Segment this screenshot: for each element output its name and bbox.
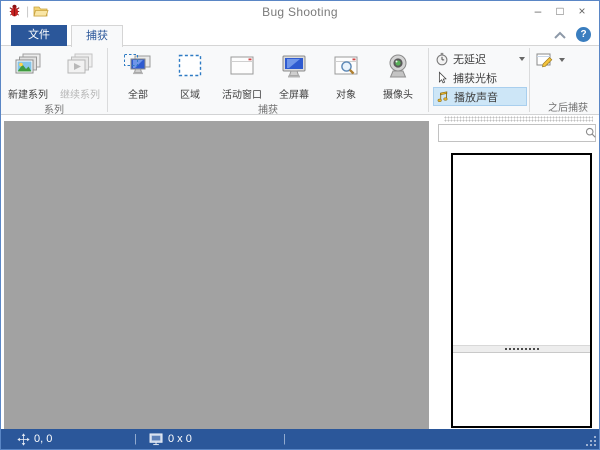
capture-fullscreen-label: 全屏幕 bbox=[279, 86, 309, 101]
ribbon-tab-row: 文件 捕获 ? bbox=[1, 23, 599, 46]
window-magnifier-icon bbox=[330, 51, 362, 83]
dashed-region-icon bbox=[174, 51, 206, 83]
main-content bbox=[1, 115, 599, 429]
capture-cursor-label: 捕获光标 bbox=[453, 70, 525, 86]
screen-size-icon bbox=[149, 433, 164, 446]
title-bar: | Bug Shooting – □ × bbox=[1, 1, 599, 23]
tab-file[interactable]: 文件 bbox=[11, 25, 67, 46]
cursor-icon bbox=[435, 71, 449, 85]
group-capture-options: 无延迟 捕获光标 bbox=[429, 46, 529, 114]
series-group-label: 系列 bbox=[1, 101, 107, 116]
capture-fullscreen-button[interactable]: 全屏幕 bbox=[269, 49, 319, 101]
new-series-label: 新建系列 bbox=[8, 86, 48, 101]
photo-stack-icon bbox=[12, 51, 44, 83]
no-delay-label: 无延迟 bbox=[453, 51, 515, 67]
sidebar-grip[interactable] bbox=[444, 116, 593, 122]
editor-dropdown-icon[interactable] bbox=[559, 58, 565, 62]
close-button[interactable]: × bbox=[571, 2, 593, 20]
splitter-handle bbox=[505, 348, 539, 350]
window-controls: – □ × bbox=[527, 2, 593, 20]
continue-series-button[interactable]: 继续系列 bbox=[54, 49, 106, 101]
no-delay-option[interactable]: 无延迟 bbox=[433, 49, 527, 68]
capture-active-window-button[interactable]: 活动窗口 bbox=[217, 49, 267, 101]
capture-group-label: 捕获 bbox=[108, 101, 428, 116]
window-title: Bug Shooting bbox=[1, 5, 599, 19]
capture-all-label: 全部 bbox=[128, 86, 148, 101]
after-capture-group-label: 之后捕获 bbox=[530, 99, 592, 114]
capture-canvas bbox=[4, 121, 429, 429]
capture-cursor-option[interactable]: 捕获光标 bbox=[433, 68, 527, 87]
output-sidebar bbox=[431, 115, 598, 429]
window-icon bbox=[226, 51, 258, 83]
editor-tool-icon[interactable] bbox=[536, 52, 555, 69]
help-button[interactable]: ? bbox=[576, 27, 591, 42]
status-separator-1: | bbox=[134, 429, 137, 449]
selection-size-value: 0 x 0 bbox=[168, 433, 192, 445]
group-capture: 全部 区域 bbox=[108, 46, 428, 114]
capture-active-window-label: 活动窗口 bbox=[222, 86, 262, 101]
preview-splitter[interactable] bbox=[453, 345, 590, 353]
ribbon: 新建系列 继续系列 系列 bbox=[1, 46, 599, 115]
cursor-position-value: 0, 0 bbox=[34, 433, 52, 445]
webcam-icon bbox=[382, 51, 414, 83]
search-box bbox=[438, 124, 596, 142]
play-sound-option[interactable]: 播放声音 bbox=[433, 87, 527, 106]
capture-webcam-label: 摄像头 bbox=[383, 86, 413, 101]
monitor-icon bbox=[278, 51, 310, 83]
photo-stack-play-icon bbox=[64, 51, 96, 83]
resize-grip-icon[interactable] bbox=[585, 435, 597, 447]
capture-object-button[interactable]: 对象 bbox=[321, 49, 371, 101]
group-after-capture: 之后捕获 bbox=[530, 46, 592, 114]
delay-dropdown-icon[interactable] bbox=[519, 57, 525, 61]
capture-region-button[interactable]: 区域 bbox=[165, 49, 215, 101]
new-series-button[interactable]: 新建系列 bbox=[2, 49, 54, 101]
minimize-button[interactable]: – bbox=[527, 2, 549, 20]
continue-series-label: 继续系列 bbox=[60, 86, 100, 101]
play-sound-label: 播放声音 bbox=[454, 89, 524, 105]
search-icon[interactable] bbox=[585, 127, 597, 139]
status-bar: 0, 0 | 0 x 0 | bbox=[1, 429, 599, 449]
move-arrows-icon bbox=[17, 433, 30, 446]
capture-region-label: 区域 bbox=[180, 86, 200, 101]
status-separator-2: | bbox=[283, 429, 286, 449]
selection-size-status: 0 x 0 bbox=[149, 429, 192, 449]
group-series: 新建系列 继续系列 系列 bbox=[1, 46, 107, 114]
music-notes-icon bbox=[436, 90, 450, 104]
maximize-button[interactable]: □ bbox=[549, 2, 571, 20]
output-preview-panel bbox=[451, 153, 592, 428]
cursor-position-status: 0, 0 bbox=[17, 429, 52, 449]
monitors-selection-icon bbox=[122, 51, 154, 83]
capture-webcam-button[interactable]: 摄像头 bbox=[373, 49, 423, 101]
tab-capture[interactable]: 捕获 bbox=[71, 25, 123, 47]
capture-object-label: 对象 bbox=[336, 86, 356, 101]
collapse-ribbon-icon[interactable] bbox=[552, 30, 568, 40]
timer-icon bbox=[435, 52, 449, 66]
search-input[interactable] bbox=[439, 126, 585, 140]
bug-shooting-window: | Bug Shooting – □ × 文件 捕获 ? bbox=[0, 0, 600, 450]
capture-all-button[interactable]: 全部 bbox=[113, 49, 163, 101]
